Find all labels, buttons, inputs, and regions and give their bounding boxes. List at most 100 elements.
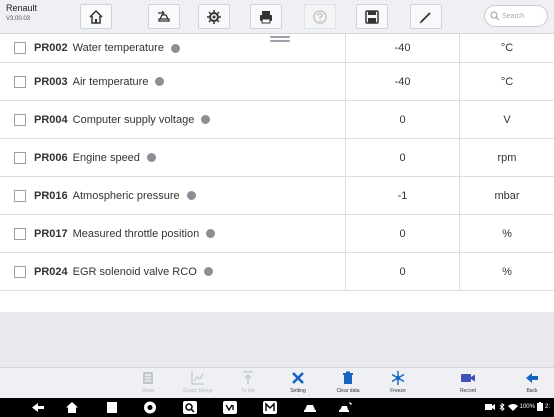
param-value: -1 (397, 189, 408, 202)
show-button[interactable]: Show (126, 370, 170, 398)
info-icon[interactable] (203, 267, 213, 276)
snowflake-icon (391, 371, 405, 385)
nav-diagnostic-button[interactable] (338, 400, 354, 415)
clear-data-label: Clear data (336, 388, 360, 394)
info-icon[interactable] (186, 191, 196, 200)
brand-version: V3.00.03 (6, 16, 31, 22)
recents-icon (107, 402, 117, 413)
browser-icon (183, 401, 197, 414)
empty-area (0, 312, 554, 367)
wifi-icon (507, 403, 518, 411)
param-value: 0 (399, 113, 406, 126)
info-icon[interactable] (201, 115, 211, 124)
info-icon[interactable] (170, 43, 180, 53)
bluetooth-icon (499, 402, 505, 411)
param-value: -40 (394, 75, 411, 88)
help-button[interactable] (304, 4, 336, 29)
list-icon (143, 372, 153, 384)
freeze-button[interactable]: Freeze (376, 370, 420, 398)
graph-icon (191, 372, 204, 385)
param-code: PR002 (34, 42, 68, 54)
back-button[interactable]: Back (510, 370, 554, 398)
camera-icon (484, 403, 495, 410)
settings-button[interactable] (198, 4, 230, 29)
to-top-button[interactable]: To top (226, 370, 270, 398)
param-unit: rpm (497, 151, 517, 164)
param-name: Engine speed (72, 151, 140, 164)
nav-recents-button[interactable] (104, 400, 120, 415)
nav-back-button[interactable] (30, 400, 46, 415)
param-unit: °C (500, 75, 514, 88)
to-top-label: To top (241, 388, 255, 394)
clear-data-button[interactable]: Clear data (326, 370, 370, 398)
print-button[interactable] (250, 4, 282, 29)
param-value: 0 (399, 227, 406, 240)
param-name: Water temperature (72, 42, 164, 54)
vci-icon (223, 401, 237, 414)
video-camera-icon (461, 374, 475, 382)
info-icon[interactable] (206, 229, 216, 238)
datastream-table: PR002 Water temperature -40 °C PR003 Air t… (0, 34, 554, 291)
brand-label: Renault V3.00.03 (6, 3, 38, 23)
shield-icon (144, 401, 156, 414)
row-checkbox[interactable] (14, 113, 26, 126)
param-unit: % (502, 265, 512, 278)
search-placeholder: Search (502, 12, 525, 20)
graph-merge-label: Graph Merge (183, 388, 213, 394)
gear-icon (207, 9, 221, 24)
graph-merge-button[interactable]: Graph Merge (176, 370, 220, 398)
row-checkbox[interactable] (14, 227, 26, 240)
search-icon (490, 11, 500, 21)
row-checkbox[interactable] (14, 265, 26, 278)
record-label: Record (459, 388, 477, 394)
setting-button[interactable]: Setting (276, 370, 320, 398)
param-code: PR016 (34, 189, 68, 202)
nav-vehicle-button[interactable] (302, 400, 318, 415)
top-toolbar: Renault V3.00.03 Search (0, 0, 554, 34)
setting-label: Setting (290, 388, 306, 394)
info-icon[interactable] (155, 77, 165, 86)
nav-home-button[interactable] (64, 400, 80, 415)
save-icon (365, 9, 379, 24)
row-checkbox[interactable] (14, 151, 26, 164)
param-code: PR006 (34, 151, 68, 164)
brand-name: Renault (6, 3, 38, 13)
save-button[interactable] (356, 4, 388, 29)
vehicle-swap-button[interactable] (148, 4, 180, 29)
info-icon[interactable] (146, 153, 156, 162)
home-button[interactable] (80, 4, 112, 29)
search-input[interactable]: Search (484, 5, 548, 27)
maxifix-icon (263, 401, 277, 414)
table-row: PR024 EGR solenoid valve RCO 0 % (0, 253, 554, 291)
row-checkbox[interactable] (14, 189, 26, 202)
nav-maxifix-button[interactable] (262, 400, 278, 415)
row-checkbox[interactable] (14, 75, 26, 88)
car-swap-icon (158, 10, 170, 22)
nav-browser-button[interactable] (182, 400, 198, 415)
table-row: PR003 Air temperature -40 °C (0, 63, 554, 101)
status-area: 100% 2: (484, 402, 550, 411)
drag-handle[interactable] (270, 34, 290, 42)
printer-icon (260, 10, 272, 23)
help-icon (313, 9, 327, 24)
param-name: EGR solenoid valve RCO (72, 265, 197, 278)
param-unit: % (502, 227, 512, 240)
param-name: Measured throttle position (72, 227, 200, 240)
table-row: PR004 Computer supply voltage 0 V (0, 101, 554, 139)
param-value: 0 (399, 151, 406, 164)
back-label: Back (526, 388, 538, 394)
record-button[interactable]: Record (446, 370, 490, 398)
param-code: PR003 (34, 75, 68, 88)
param-name: Air temperature (72, 75, 149, 88)
battery-percent: 100% (519, 403, 535, 410)
row-checkbox[interactable] (14, 42, 26, 54)
nav-shortcut-button[interactable] (142, 400, 158, 415)
nav-vci-button[interactable] (222, 400, 238, 415)
back-icon (32, 403, 44, 412)
param-unit: °C (500, 42, 514, 54)
back-arrow-icon (526, 373, 538, 383)
freeze-label: Freeze (390, 388, 406, 394)
param-unit: V (503, 113, 511, 126)
edit-button[interactable] (410, 4, 442, 29)
param-code: PR004 (34, 113, 68, 126)
